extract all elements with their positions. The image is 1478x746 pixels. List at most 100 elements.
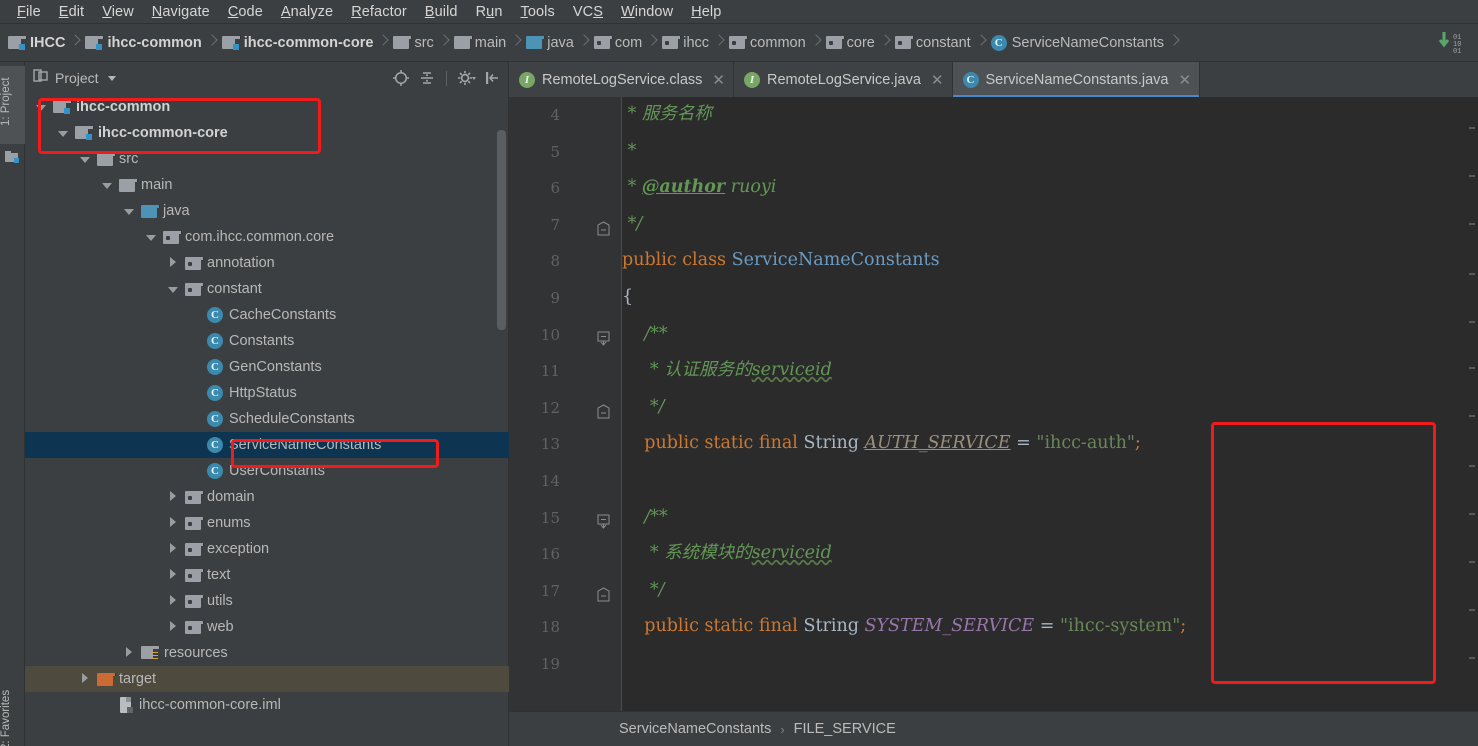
error-stripe-gutter[interactable]: [1465, 97, 1478, 711]
tree-node-enums[interactable]: enums: [25, 510, 509, 536]
code-fold-start-icon[interactable]: [597, 514, 610, 529]
menu-item-analyze[interactable]: Analyze: [272, 0, 342, 24]
tool-window-button-project[interactable]: 1: Project: [0, 66, 25, 144]
menu-item-window[interactable]: Window: [612, 0, 682, 24]
tree-node-main[interactable]: main: [25, 172, 509, 198]
error-stripe-mark: [1469, 367, 1475, 369]
project-tree-scrollbar[interactable]: [497, 130, 506, 330]
breadcrumb-item-ihcc[interactable]: ihcc: [662, 24, 709, 62]
tool-window-button-favorites[interactable]: 2: Favorites: [0, 676, 25, 746]
chevron-down-icon[interactable]: [35, 101, 47, 113]
chevron-right-icon[interactable]: [123, 647, 135, 659]
tree-node-utils[interactable]: utils: [25, 588, 509, 614]
settings-gear-icon[interactable]: [456, 68, 476, 88]
tree-node-ihcc-common-core[interactable]: ihcc-common-core: [25, 120, 509, 146]
menu-item-edit[interactable]: Edit: [50, 0, 93, 24]
chevron-down-icon[interactable]: [145, 231, 157, 243]
breadcrumb-item-core[interactable]: core: [825, 24, 875, 62]
tree-node-src[interactable]: src: [25, 146, 509, 172]
breadcrumb-item-ihcc[interactable]: IHCC: [8, 24, 65, 62]
code-fold-end-icon[interactable]: [597, 221, 610, 236]
tree-node-resources[interactable]: resources: [25, 640, 509, 666]
breadcrumb-item-servicenameconstants[interactable]: C ServiceNameConstants: [990, 24, 1164, 62]
idea-window: File Edit View Navigate Code Analyze Refactor B…: [0, 0, 1478, 746]
menu-item-help[interactable]: Help: [682, 0, 730, 24]
tree-node-scheduleconstants[interactable]: C ScheduleConstants: [25, 406, 509, 432]
project-strip-icon: [4, 148, 21, 165]
tree-node-domain[interactable]: domain: [25, 484, 509, 510]
chevron-right-icon[interactable]: [167, 491, 179, 503]
chevron-down-icon[interactable]: [107, 75, 116, 81]
chevron-down-icon[interactable]: [123, 205, 135, 217]
menu-item-file[interactable]: File: [8, 0, 50, 24]
menu-item-build[interactable]: Build: [416, 0, 467, 24]
tree-node-ihcc-common[interactable]: ihcc-common: [25, 94, 509, 120]
chevron-down-icon[interactable]: [167, 283, 179, 295]
breadcrumb-item-common[interactable]: common: [729, 24, 806, 62]
breadcrumb-item-ihcc-common-core[interactable]: ihcc-common-core: [221, 24, 373, 62]
menu-item-vcs[interactable]: VCS: [564, 0, 612, 24]
collapse-all-icon[interactable]: [417, 68, 437, 88]
breadcrumb-item-ihcc-common[interactable]: ihcc-common: [85, 24, 202, 62]
tree-node-genconstants[interactable]: C GenConstants: [25, 354, 509, 380]
interface-icon: I: [519, 71, 535, 88]
chevron-right-icon[interactable]: [167, 517, 179, 529]
chevron-right-icon[interactable]: [167, 543, 179, 555]
breadcrumb-item-src[interactable]: src: [393, 24, 434, 62]
tree-node-ihcc-common-core-iml[interactable]: ihcc-common-core.iml: [25, 692, 509, 718]
code-fold-end-icon[interactable]: [597, 587, 610, 602]
menu-item-view[interactable]: View: [93, 0, 143, 24]
hide-panel-icon[interactable]: [482, 68, 502, 88]
menu-item-run[interactable]: Run: [467, 0, 512, 24]
chevron-right-icon[interactable]: [79, 673, 91, 685]
error-stripe-mark: [1469, 127, 1475, 129]
tree-node-servicenameconstants[interactable]: C ServiceNameConstants: [25, 432, 509, 458]
tree-node-web[interactable]: web: [25, 614, 509, 640]
vcs-update-indicator-icon[interactable]: 01 10 01: [1434, 28, 1472, 58]
code-fold-start-icon[interactable]: [597, 331, 610, 346]
menu-item-navigate[interactable]: Navigate: [143, 0, 219, 24]
menu-item-tools[interactable]: Tools: [511, 0, 563, 24]
project-tree[interactable]: ihcc-common ihcc-common-core src main java co…: [25, 94, 509, 746]
tree-node-userconstants[interactable]: C UserConstants: [25, 458, 509, 484]
breadcrumb-item-com[interactable]: com: [593, 24, 642, 62]
close-icon[interactable]: ✕: [712, 71, 725, 89]
breadcrumb-item-java[interactable]: java: [526, 24, 574, 62]
code-content[interactable]: * 服务名称 * * @author ruoyi */ public class …: [622, 97, 1478, 711]
tree-node-httpstatus[interactable]: C HttpStatus: [25, 380, 509, 406]
breadcrumb-class[interactable]: ServiceNameConstants: [619, 721, 771, 737]
tree-node-cacheconstants[interactable]: C CacheConstants: [25, 302, 509, 328]
editor-tab-remotelogservice-java[interactable]: I RemoteLogService.java ✕: [733, 62, 953, 97]
tree-node-exception[interactable]: exception: [25, 536, 509, 562]
editor-tab-servicenameconstants-java[interactable]: C ServiceNameConstants.java ✕: [952, 62, 1201, 97]
chevron-down-icon[interactable]: [79, 153, 91, 165]
locate-icon[interactable]: [391, 68, 411, 88]
chevron-right-icon[interactable]: [167, 257, 179, 269]
breadcrumb-item-constant[interactable]: constant: [894, 24, 971, 62]
tree-node-com-ihcc-common-core[interactable]: com.ihcc.common.core: [25, 224, 509, 250]
code-fold-end-icon[interactable]: [597, 404, 610, 419]
editor-tab-remotelogservice-class[interactable]: I RemoteLogService.class ✕: [509, 62, 734, 97]
tree-node-constants[interactable]: C Constants: [25, 328, 509, 354]
chevron-right-icon[interactable]: [167, 621, 179, 633]
code-editor[interactable]: 4 5 6 7 8 9 10 11 12 13 14 15 16 17 18 19 * 服务名称 * * @a…: [509, 97, 1478, 711]
chevron-right-icon[interactable]: [167, 595, 179, 607]
tree-node-java[interactable]: java: [25, 198, 509, 224]
tree-node-target[interactable]: target: [25, 666, 509, 692]
error-stripe-mark: [1469, 465, 1475, 467]
breadcrumb-member[interactable]: FILE_SERVICE: [794, 721, 896, 737]
chevron-right-icon[interactable]: [167, 569, 179, 581]
code-token: */: [622, 213, 643, 234]
close-icon[interactable]: ✕: [1178, 71, 1191, 89]
breadcrumb-item-main[interactable]: main: [453, 24, 506, 62]
editor-gutter[interactable]: 4 5 6 7 8 9 10 11 12 13 14 15 16 17 18 19: [509, 97, 622, 711]
chevron-down-icon[interactable]: [101, 179, 113, 191]
menu-item-refactor[interactable]: Refactor: [342, 0, 416, 24]
close-icon[interactable]: ✕: [931, 71, 944, 89]
tree-node-constant[interactable]: constant: [25, 276, 509, 302]
tree-node-label: UserConstants: [229, 463, 325, 479]
menu-item-code[interactable]: Code: [219, 0, 272, 24]
chevron-down-icon[interactable]: [57, 127, 69, 139]
tree-node-text[interactable]: text: [25, 562, 509, 588]
tree-node-annotation[interactable]: annotation: [25, 250, 509, 276]
